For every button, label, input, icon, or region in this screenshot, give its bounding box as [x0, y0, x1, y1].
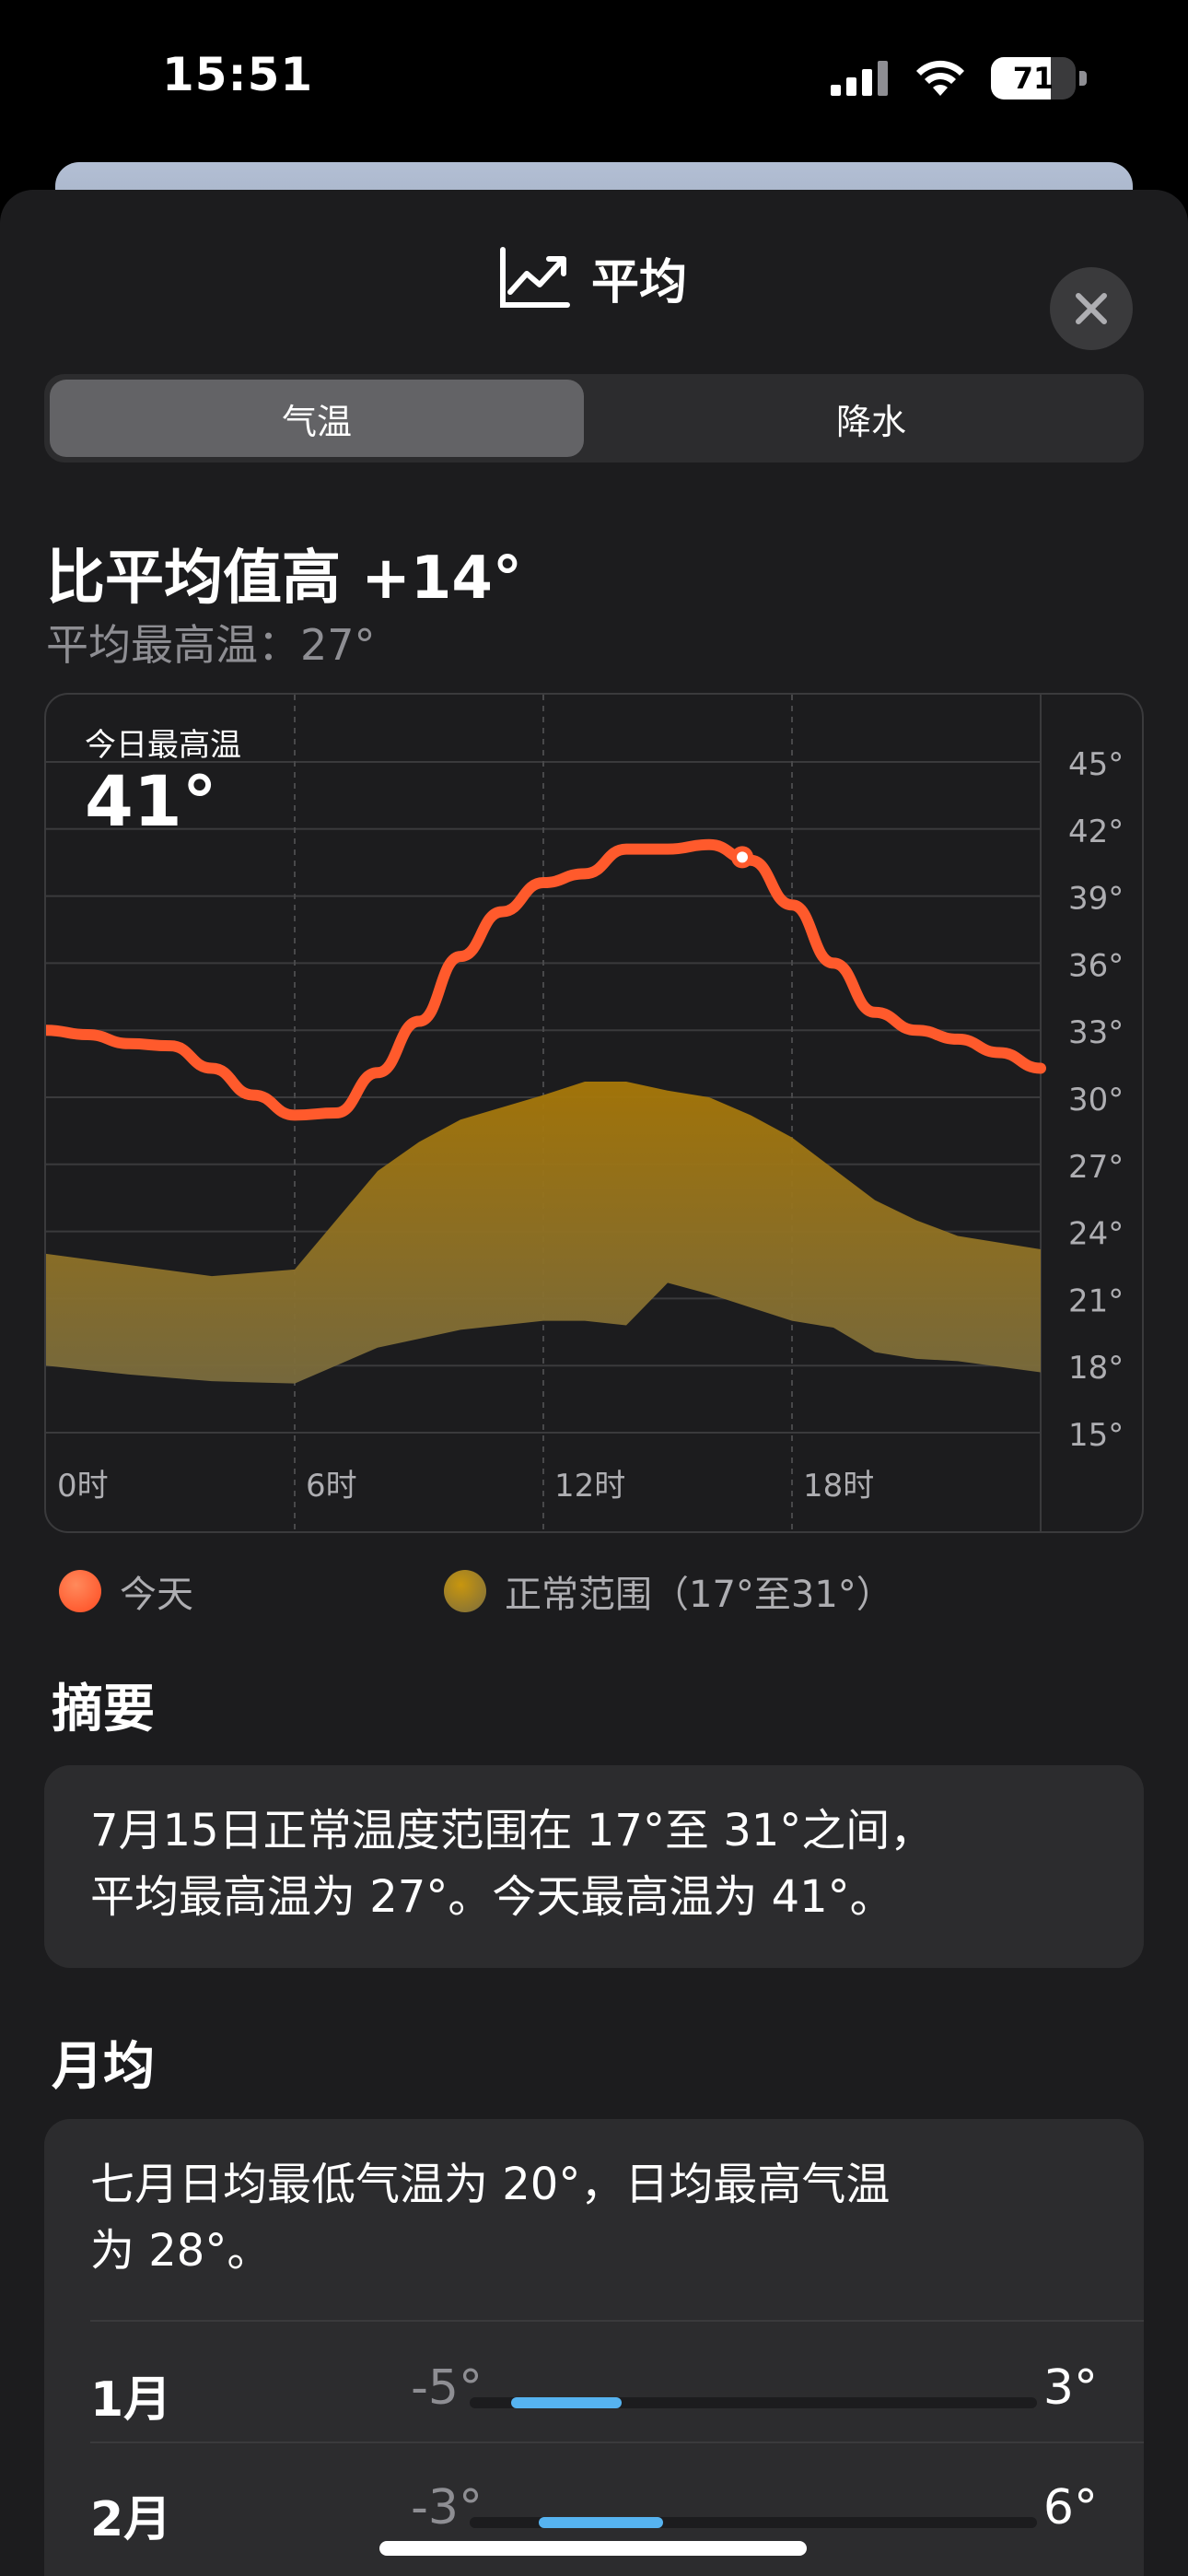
month-range-fill — [539, 2517, 664, 2528]
y-tick-label: 27° — [1068, 1149, 1124, 1186]
month-divider — [90, 2320, 1144, 2322]
y-tick-label: 36° — [1068, 947, 1124, 984]
y-tick-label: 24° — [1068, 1216, 1124, 1253]
sheet-title: 平均 — [591, 255, 688, 310]
summary-line-1: 7月15日正常温度范围在 17°至 31°之间， — [90, 1805, 935, 1856]
summary-card: 7月15日正常温度范围在 17°至 31°之间， 平均最高温为 27°。今天最高… — [44, 1765, 1144, 1968]
battery-tip — [1079, 71, 1087, 86]
x-tick-label: 18时 — [803, 1468, 874, 1505]
current-time-marker — [731, 846, 753, 869]
month-range-track — [470, 2397, 1037, 2408]
today-high-value: 41° — [85, 760, 217, 842]
month-low: -3° — [411, 2480, 483, 2535]
comparison-headline: 比平均值高 +14° — [46, 544, 522, 613]
averages-sheet: 平均 气温 降水 比平均值高 +14° 平均最高温：27° 45° 42° 39° 3… — [0, 190, 1188, 2576]
y-tick-label: 30° — [1068, 1082, 1124, 1118]
battery-level: 71 — [1012, 61, 1054, 96]
monthly-line-2: 为 28°。 — [90, 2225, 272, 2277]
status-icons: 71 — [831, 57, 1087, 100]
x-tick-label: 6时 — [306, 1468, 357, 1505]
header-title-group: 平均 — [497, 243, 687, 312]
average-high-label: 平均最高温：27° — [46, 620, 376, 670]
legend-normal-label: 正常范围（17°至31°） — [505, 1574, 893, 1616]
monthly-card: 七月日均最低气温为 20°，日均最高气温 为 28°。 1月 -5° 3° 2月… — [44, 2119, 1144, 2576]
month-name: 2月 — [90, 2492, 172, 2547]
today-high-label: 今日最高温 — [85, 727, 241, 764]
x-tick-label: 0时 — [57, 1468, 109, 1505]
sheet-header: 平均 — [0, 227, 1188, 350]
legend-today: 今天 — [59, 1564, 193, 1618]
legend-normal-swatch — [444, 1570, 486, 1612]
home-indicator[interactable] — [379, 2541, 807, 2556]
temperature-chart-svg: 45° 42° 39° 36° 33° 30° 27° 24° 21° 18° 15° 0时 6时 12时… — [46, 695, 1124, 1531]
y-tick-label: 15° — [1068, 1417, 1124, 1454]
close-button[interactable] — [1050, 267, 1133, 350]
monthly-line-1: 七月日均最低气温为 20°，日均最高气温 — [90, 2159, 891, 2210]
y-tick-label: 21° — [1068, 1282, 1124, 1319]
month-name: 1月 — [90, 2372, 172, 2428]
month-high: 6° — [1042, 2480, 1098, 2535]
month-range-track — [470, 2517, 1037, 2528]
cellular-signal-icon — [831, 61, 888, 96]
y-tick-label: 33° — [1068, 1014, 1124, 1051]
legend-today-swatch — [59, 1570, 101, 1612]
month-range-fill — [511, 2397, 623, 2408]
chart-line-up-icon — [500, 246, 570, 308]
close-icon — [1076, 293, 1107, 324]
y-tick-label: 45° — [1068, 746, 1124, 783]
segment-precipitation[interactable]: 降水 — [604, 380, 1138, 457]
month-low: -5° — [411, 2360, 483, 2416]
temperature-chart[interactable]: 45° 42° 39° 36° 33° 30° 27° 24° 21° 18° 15° 0时 6时 12时… — [44, 693, 1144, 1533]
metric-segmented-control: 气温 降水 — [44, 374, 1144, 463]
y-tick-label: 39° — [1068, 881, 1124, 918]
legend-normal: 正常范围（17°至31°） — [444, 1564, 893, 1618]
legend-today-label: 今天 — [120, 1574, 193, 1616]
segment-temperature[interactable]: 气温 — [50, 380, 584, 457]
y-tick-label: 18° — [1068, 1350, 1124, 1387]
status-time: 15:51 — [162, 48, 314, 101]
monthly-title: 月均 — [52, 2037, 155, 2097]
wifi-icon — [916, 60, 964, 96]
summary-title: 摘要 — [52, 1680, 155, 1739]
month-row: 1月 -5° 3° — [90, 2324, 1098, 2443]
status-bar: 15:51 71 — [0, 0, 1188, 157]
summary-line-2: 平均最高温为 27°。今天最高温为 41°。 — [90, 1871, 894, 1923]
battery-icon: 71 — [991, 57, 1076, 100]
x-tick-label: 12时 — [554, 1468, 625, 1505]
month-high: 3° — [1042, 2360, 1098, 2416]
y-tick-label: 42° — [1068, 814, 1124, 850]
